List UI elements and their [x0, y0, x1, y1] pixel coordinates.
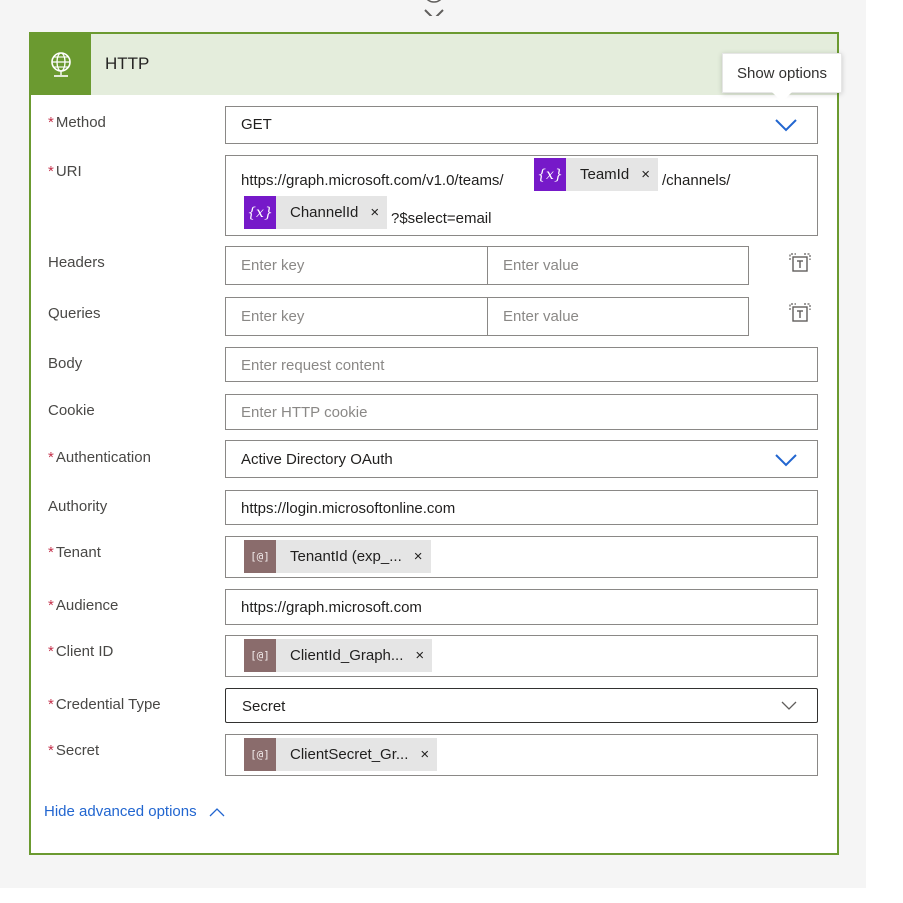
queries-key-input[interactable]: Enter key	[225, 297, 488, 336]
chevron-up-icon	[209, 807, 225, 816]
tenantid-token[interactable]: [@] TenantId (exp_... ×	[244, 540, 431, 573]
credential-type-dropdown[interactable]: Secret	[225, 688, 818, 723]
close-icon[interactable]: ×	[403, 647, 432, 664]
tenant-label: * Tenant	[48, 544, 101, 561]
placeholder: Enter value	[503, 257, 579, 274]
cookie-input[interactable]: Enter HTTP cookie	[225, 394, 818, 430]
client-id-input[interactable]: [@] ClientId_Graph... ×	[225, 635, 818, 677]
chevron-down-icon[interactable]	[775, 453, 797, 467]
clientid-token[interactable]: [@] ClientId_Graph... ×	[244, 639, 433, 672]
action-title[interactable]: HTTP	[105, 54, 149, 74]
audience-label: * Audience	[48, 597, 119, 614]
required-marker: *	[48, 114, 54, 131]
queries-label: Queries	[48, 305, 101, 322]
headers-label: Headers	[48, 254, 105, 271]
required-marker: *	[48, 696, 54, 713]
required-marker: *	[48, 449, 54, 466]
cookie-label: Cookie	[48, 402, 95, 419]
client-id-label: * Client ID	[48, 643, 114, 660]
parameter-icon: [@]	[244, 738, 276, 771]
globe-icon	[31, 34, 91, 95]
hide-advanced-options-link[interactable]: Hide advanced options	[44, 803, 225, 820]
close-icon[interactable]: ×	[358, 204, 387, 221]
body-label: Body	[48, 355, 83, 372]
uri-text-middle: /channels/	[662, 172, 731, 189]
chevron-down-icon[interactable]	[775, 118, 797, 132]
authority-input[interactable]: https://login.microsoftonline.com	[225, 490, 818, 525]
authentication-value: Active Directory OAuth	[241, 451, 393, 468]
tenant-input[interactable]: [@] TenantId (exp_... ×	[225, 536, 818, 578]
authentication-label: * Authentication	[48, 449, 151, 466]
close-icon[interactable]: ×	[408, 746, 437, 763]
method-value: GET	[241, 116, 272, 133]
audience-value: https://graph.microsoft.com	[241, 599, 422, 616]
method-label: * Method	[48, 114, 106, 131]
placeholder: Enter request content	[241, 357, 385, 374]
required-marker: *	[48, 544, 54, 561]
action-header[interactable]: HTTP	[31, 34, 837, 95]
placeholder: Enter key	[241, 257, 305, 274]
placeholder: Enter HTTP cookie	[241, 404, 368, 421]
token-label: TenantId (exp_...	[290, 548, 402, 565]
required-marker: *	[48, 163, 54, 180]
token-label: ClientId_Graph...	[290, 647, 404, 664]
tooltip-pointer	[772, 92, 792, 102]
token-label: ChannelId	[290, 204, 359, 221]
show-options-tooltip: Show options	[722, 53, 842, 93]
teamid-token[interactable]: {x} TeamId ×	[534, 158, 658, 191]
placeholder: Enter value	[503, 308, 579, 325]
credential-type-value: Secret	[242, 698, 286, 715]
queries-value-input[interactable]: Enter value	[487, 297, 749, 336]
variable-icon: {x}	[244, 196, 276, 229]
uri-label: * URI	[48, 163, 82, 180]
variable-icon: {x}	[534, 158, 566, 191]
uri-text-after: ?$select=email	[391, 210, 492, 227]
add-step-connector-icon[interactable]	[418, 0, 450, 16]
required-marker: *	[48, 597, 54, 614]
credential-type-label: * Credential Type	[48, 696, 161, 713]
switch-to-text-mode-icon[interactable]	[788, 251, 812, 275]
required-marker: *	[48, 643, 54, 660]
secret-label: * Secret	[48, 742, 100, 759]
headers-value-input[interactable]: Enter value	[487, 246, 749, 285]
required-marker: *	[48, 742, 54, 759]
parameter-icon: [@]	[244, 639, 276, 672]
audience-input[interactable]: https://graph.microsoft.com	[225, 589, 818, 625]
close-icon[interactable]: ×	[402, 548, 431, 565]
body-input[interactable]: Enter request content	[225, 347, 818, 382]
method-dropdown[interactable]: GET	[225, 106, 818, 144]
token-label: ClientSecret_Gr...	[290, 746, 409, 763]
headers-key-input[interactable]: Enter key	[225, 246, 488, 285]
uri-text-before: https://graph.microsoft.com/v1.0/teams/	[241, 172, 504, 189]
close-icon[interactable]: ×	[629, 166, 658, 183]
uri-input[interactable]: https://graph.microsoft.com/v1.0/teams/ …	[225, 155, 818, 236]
authentication-dropdown[interactable]: Active Directory OAuth	[225, 440, 818, 478]
channelid-token[interactable]: {x} ChannelId ×	[244, 196, 388, 229]
authority-value: https://login.microsoftonline.com	[241, 500, 456, 517]
chevron-down-icon[interactable]	[781, 701, 797, 711]
placeholder: Enter key	[241, 308, 305, 325]
switch-to-text-mode-icon[interactable]	[788, 301, 812, 325]
authority-label: Authority	[48, 498, 108, 515]
clientsecret-token[interactable]: [@] ClientSecret_Gr... ×	[244, 738, 438, 771]
secret-input[interactable]: [@] ClientSecret_Gr... ×	[225, 734, 818, 776]
parameter-icon: [@]	[244, 540, 276, 573]
link-label: Hide advanced options	[44, 803, 197, 820]
token-label: TeamId	[580, 166, 630, 183]
